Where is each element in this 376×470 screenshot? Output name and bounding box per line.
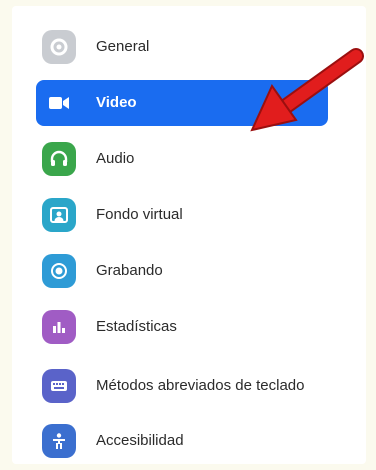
screenshot-frame: General Video Audio Fondo virtual Graban… bbox=[0, 0, 376, 470]
sidebar-item-label: Fondo virtual bbox=[96, 206, 183, 223]
sidebar-item-accesibilidad[interactable]: Accesibilidad bbox=[36, 418, 328, 464]
sidebar-item-label: Estadísticas bbox=[96, 318, 177, 335]
sidebar-item-label: Audio bbox=[96, 150, 135, 167]
keyboard-icon bbox=[42, 369, 76, 403]
sidebar-item-fondo-virtual[interactable]: Fondo virtual bbox=[36, 192, 328, 238]
sidebar-item-label: General bbox=[96, 38, 150, 55]
sidebar-item-metodos-abreviados[interactable]: Métodos abreviados de teclado bbox=[36, 360, 328, 412]
red-arrow-annotation-icon bbox=[250, 48, 364, 132]
virtual-background-icon bbox=[42, 198, 76, 232]
sidebar-item-label: Accesibilidad bbox=[96, 432, 184, 449]
sidebar-item-grabando[interactable]: Grabando bbox=[36, 248, 328, 294]
sidebar-item-label: Grabando bbox=[96, 262, 163, 279]
video-camera-icon bbox=[42, 86, 76, 120]
headphones-icon bbox=[42, 142, 76, 176]
record-icon bbox=[42, 254, 76, 288]
statistics-icon bbox=[42, 310, 76, 344]
accessibility-icon bbox=[42, 424, 76, 458]
sidebar-item-estadisticas[interactable]: Estadísticas bbox=[36, 304, 328, 350]
sidebar-item-label: Métodos abreviados de teclado bbox=[96, 377, 305, 394]
gear-icon bbox=[42, 30, 76, 64]
sidebar-item-label: Video bbox=[96, 94, 137, 111]
